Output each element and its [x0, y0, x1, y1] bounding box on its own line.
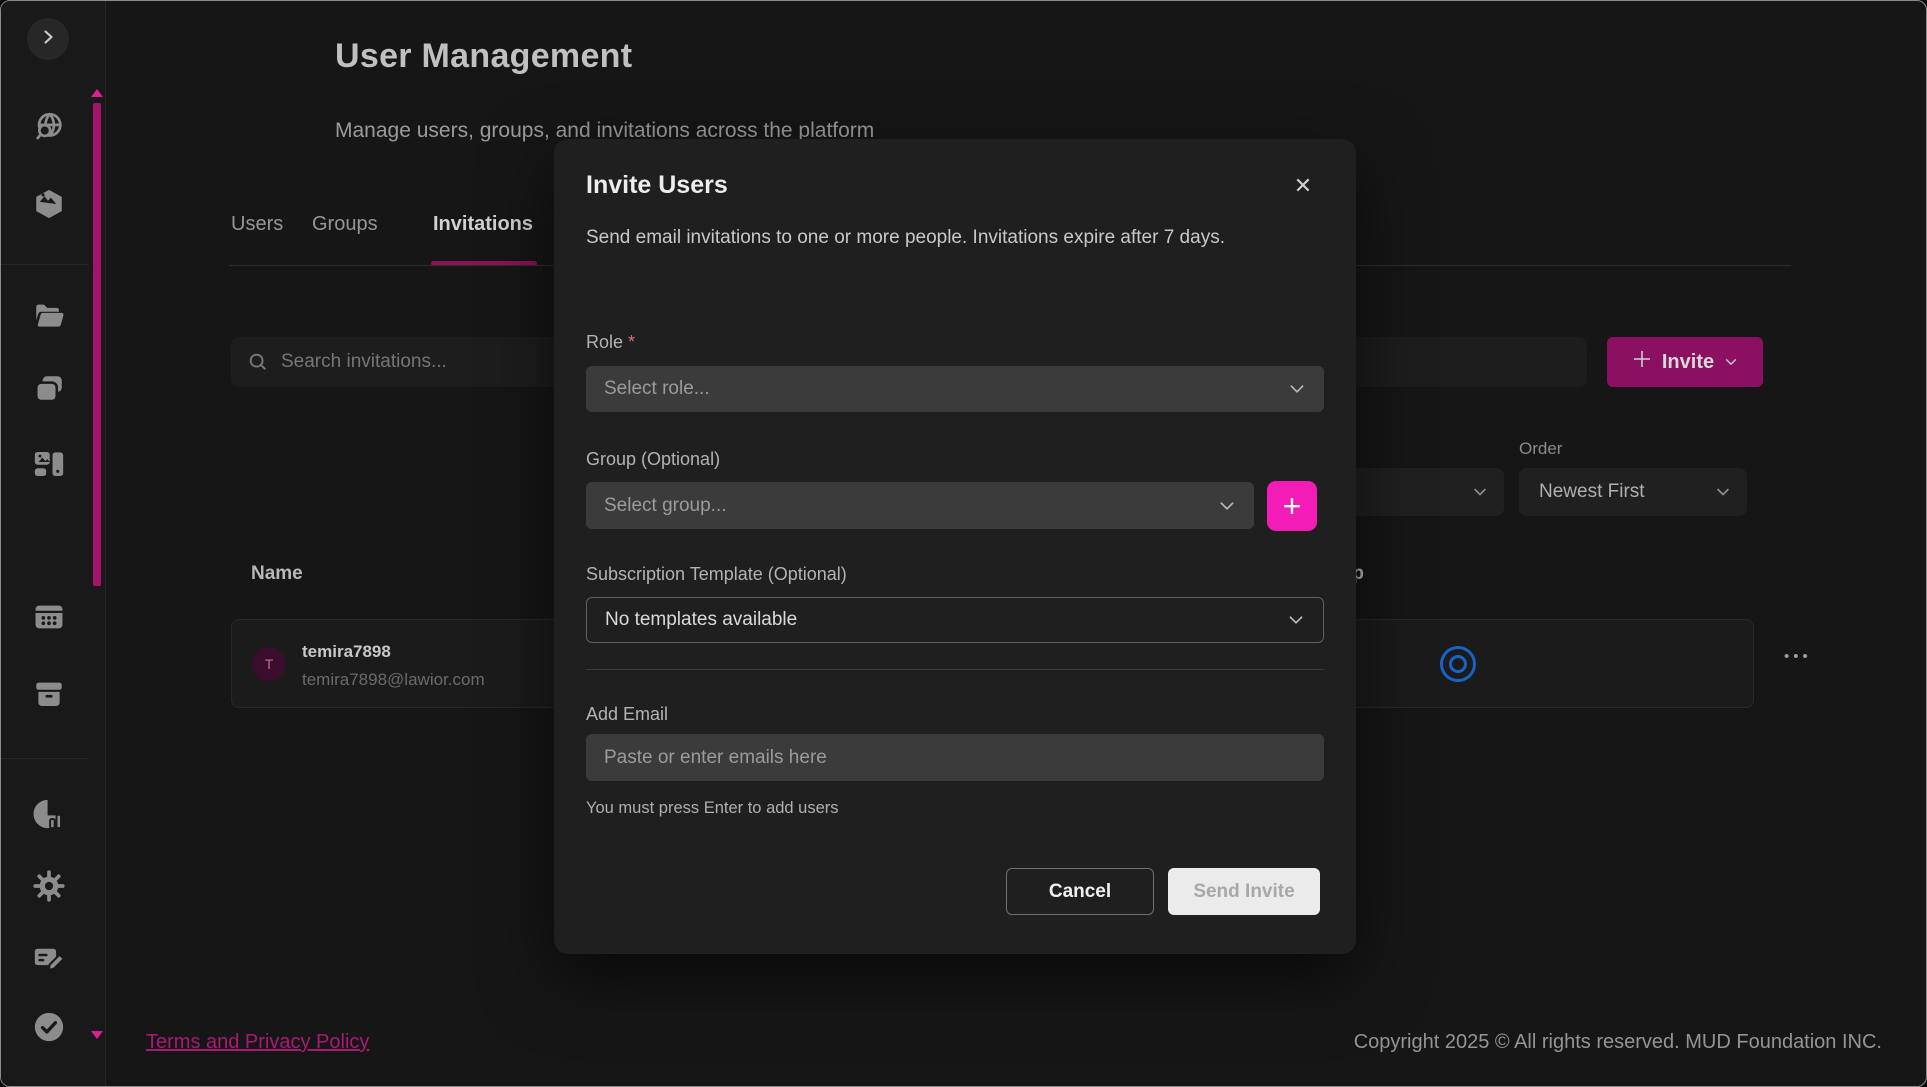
sidebar-item-explore[interactable]: [32, 112, 66, 146]
sidebar-scroll-down-arrow[interactable]: [91, 1031, 103, 1039]
copyright-text: Copyright 2025 © All rights reserved. MU…: [1354, 1031, 1882, 1054]
sidebar-item-files[interactable]: [32, 301, 66, 335]
calendar-icon: [32, 600, 66, 639]
sidebar-item-settings[interactable]: [32, 871, 66, 905]
sidebar: [1, 1, 106, 1086]
group-select-placeholder: Select group...: [604, 495, 727, 517]
sidebar-divider: [1, 758, 89, 759]
sidebar-item-status[interactable]: [32, 1012, 66, 1046]
required-asterisk: *: [628, 332, 635, 352]
asset-cube-icon: [32, 187, 66, 226]
modal-divider: [586, 669, 1324, 670]
sidebar-expand-button[interactable]: [27, 18, 69, 60]
chevron-down-icon: [1715, 484, 1731, 500]
role-select-placeholder: Select role...: [604, 378, 710, 400]
gear-icon: [32, 869, 66, 908]
column-header-name: Name: [251, 563, 303, 585]
email-helper-text: You must press Enter to add users: [586, 799, 839, 818]
tab-users[interactable]: Users: [231, 213, 283, 236]
row-actions-menu-button[interactable]: •••: [1784, 648, 1812, 665]
chevron-down-icon: [1472, 484, 1488, 500]
modal-title: Invite Users: [586, 171, 1324, 200]
copies-icon: [32, 372, 66, 411]
email-input[interactable]: [586, 734, 1324, 781]
modal-description: Send email invitations to one or more pe…: [586, 224, 1286, 252]
cancel-button[interactable]: Cancel: [1006, 868, 1154, 915]
chevron-right-icon: [36, 25, 60, 54]
app-window: User Management Manage users, groups, an…: [0, 0, 1927, 1087]
chevron-down-icon: [1218, 497, 1236, 515]
template-label: Subscription Template (Optional): [586, 564, 847, 585]
chevron-down-icon: [1724, 355, 1738, 369]
sidebar-item-archive[interactable]: [32, 679, 66, 713]
sidebar-item-compose[interactable]: [32, 943, 66, 977]
sidebar-item-analytics[interactable]: [32, 799, 66, 833]
order-select-value: Newest First: [1539, 481, 1645, 503]
tab-groups[interactable]: Groups: [312, 213, 378, 236]
add-email-label: Add Email: [586, 704, 668, 725]
folder-icon: [32, 299, 66, 338]
sidebar-item-collections[interactable]: [32, 374, 66, 408]
avatar: T: [252, 647, 286, 681]
group-select[interactable]: Select group...: [586, 482, 1254, 529]
sidebar-item-layouts[interactable]: [32, 449, 66, 483]
group-ring-badge: [1440, 646, 1476, 682]
template-select-value: No templates available: [605, 609, 797, 631]
invite-users-modal: Invite Users ✕ Send email invitations to…: [554, 139, 1356, 954]
sidebar-scroll-up-arrow[interactable]: [91, 89, 103, 97]
chevron-down-icon: [1287, 611, 1305, 629]
archive-icon: [32, 677, 66, 716]
compose-card-icon: [32, 941, 66, 980]
page-title: User Management: [335, 37, 632, 76]
terms-privacy-link[interactable]: Terms and Privacy Policy: [146, 1031, 369, 1054]
sidebar-item-calendar[interactable]: [32, 602, 66, 636]
template-select[interactable]: No templates available: [586, 597, 1324, 643]
row-user-email: temira7898@lawior.com: [302, 670, 485, 690]
analytics-pie-icon: [32, 797, 66, 836]
sidebar-scrollbar-thumb[interactable]: [93, 103, 101, 586]
send-invite-button[interactable]: Send Invite: [1168, 868, 1320, 915]
role-select[interactable]: Select role...: [586, 366, 1324, 412]
add-group-button[interactable]: +: [1267, 481, 1317, 531]
invite-button[interactable]: Invite: [1607, 337, 1763, 387]
close-icon[interactable]: ✕: [1288, 171, 1318, 201]
search-icon: [247, 351, 269, 373]
role-label: Role*: [586, 332, 635, 353]
invite-button-label: Invite: [1662, 351, 1714, 374]
group-label: Group (Optional): [586, 449, 720, 470]
plus-icon: [1632, 349, 1652, 375]
sidebar-item-assets[interactable]: [32, 189, 66, 223]
tab-invitations[interactable]: Invitations: [433, 213, 533, 236]
sidebar-divider: [1, 264, 89, 265]
row-user-name: temira7898: [302, 642, 391, 662]
globe-search-icon: [32, 110, 66, 149]
order-select[interactable]: Newest First: [1519, 468, 1747, 516]
order-label: Order: [1519, 439, 1562, 459]
check-circle-icon: [32, 1010, 66, 1049]
chevron-down-icon: [1288, 380, 1306, 398]
layouts-icon: [32, 447, 66, 486]
